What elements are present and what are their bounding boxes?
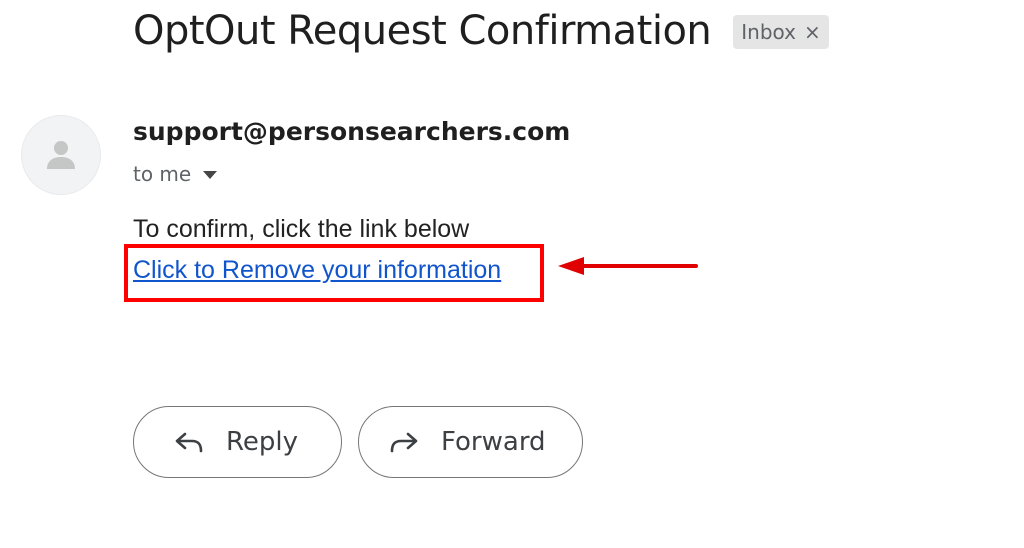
reply-label: Reply: [226, 427, 299, 457]
forward-button[interactable]: Forward: [358, 406, 583, 478]
red-arrow-icon: [558, 257, 698, 275]
recipient-text: to me: [133, 162, 192, 186]
email-body-text: To confirm, click the link below: [133, 215, 470, 243]
subject-row: OptOut Request Confirmation Inbox ×: [133, 4, 829, 58]
remove-information-link[interactable]: Click to Remove your information: [133, 256, 501, 285]
email-view: OptOut Request Confirmation Inbox × supp…: [0, 0, 1024, 548]
label-chip-text: Inbox: [741, 20, 797, 44]
sender-email[interactable]: support@personsearchers.com: [133, 117, 570, 146]
forward-arrow-icon: [390, 432, 418, 453]
person-icon: [47, 141, 75, 169]
sender-avatar[interactable]: [21, 115, 101, 195]
label-chip-inbox[interactable]: Inbox ×: [733, 15, 829, 49]
recipient-line[interactable]: to me: [133, 162, 218, 186]
reply-arrow-icon: [175, 432, 203, 453]
reply-button[interactable]: Reply: [133, 406, 342, 478]
remove-label-icon[interactable]: ×: [804, 15, 821, 49]
forward-label: Forward: [441, 427, 546, 457]
caret-down-icon[interactable]: [203, 171, 218, 179]
email-subject: OptOut Request Confirmation: [133, 8, 712, 54]
